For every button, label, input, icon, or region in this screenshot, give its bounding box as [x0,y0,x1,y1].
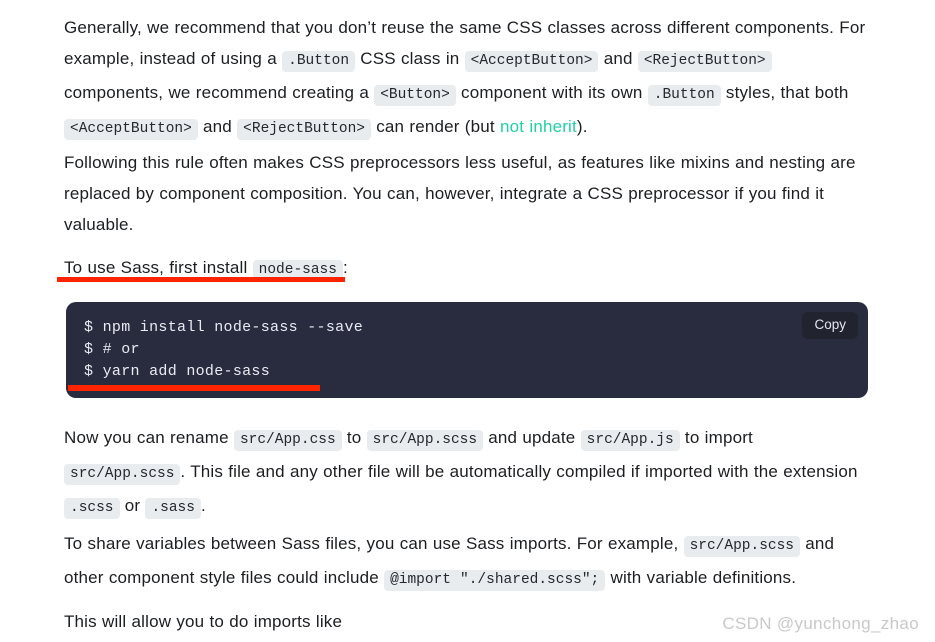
inline-code-app-scss: src/App.scss [366,430,484,451]
inline-code-accept-button-2: <AcceptButton> [64,119,198,140]
inline-code-reject-button: <RejectButton> [637,51,772,72]
text-segment: and [598,49,638,68]
inline-code-app-css: src/App.css [233,430,342,451]
inline-code-scss-ext: .scss [64,498,120,519]
text-segment: Now you can rename [64,428,234,447]
inline-code-dot-button-2: .Button [647,85,721,106]
terminal-code-block: $ npm install node-sass --save $ # or $ … [66,302,868,398]
paragraph-text: Following this rule often makes CSS prep… [64,153,856,234]
annotation-underline-install-line [57,277,345,282]
paragraph-css-classes-recommendation: Generally, we recommend that you don’t r… [64,12,870,145]
inline-code-button: <Button> [374,85,456,106]
text-segment: To use Sass, first install [64,258,253,277]
text-segment: to [341,428,367,447]
paragraph-preprocessors: Following this rule often makes CSS prep… [64,147,870,240]
text-segment: and update [483,428,581,447]
paragraph-text: To share variables between Sass files, y… [64,528,870,596]
paragraph-text: Generally, we recommend that you don’t r… [64,12,870,145]
watermark-text: CSDN @yunchong_zhao [722,614,919,633]
inline-code-accept-button: <AcceptButton> [464,51,599,72]
paragraph-rename-files: Now you can rename src/App.css to src/Ap… [64,422,870,524]
text-segment: or [119,496,146,515]
copy-button[interactable]: Copy [802,312,858,339]
inline-code-app-scss-2: src/App.scss [64,464,181,485]
link-not-inherit[interactable]: not inherit [500,117,577,136]
text-segment: components, we recommend creating a [64,83,375,102]
text-segment: styles, that both [720,83,849,102]
text-segment: . [200,496,206,515]
text-segment: can render (but [371,117,500,136]
inline-code-app-scss-3: src/App.scss [683,536,800,557]
text-segment: To share variables between Sass files, y… [64,534,684,553]
code-block-content: $ npm install node-sass --save $ # or $ … [84,319,364,380]
paragraph-text: Now you can rename src/App.css to src/Ap… [64,422,870,524]
inline-code-import-shared: @import "./shared.scss"; [384,570,606,591]
text-segment: ). [576,117,588,136]
text-segment: with variable definitions. [605,568,797,587]
text-segment: and [197,117,238,136]
paragraph-share-variables: To share variables between Sass files, y… [64,528,870,596]
inline-code-dot-button: .Button [282,51,356,72]
inline-code-reject-button-2: <RejectButton> [237,119,371,140]
text-segment: component with its own [455,83,648,102]
inline-code-app-js: src/App.js [580,430,680,451]
text-segment: . This file and any other file will be a… [180,462,858,481]
annotation-underline-yarn-command [68,385,320,391]
text-segment: : [342,258,348,277]
inline-code-sass-ext: .sass [145,498,201,519]
text-segment: to import [679,428,753,447]
text-segment: CSS class in [355,49,465,68]
